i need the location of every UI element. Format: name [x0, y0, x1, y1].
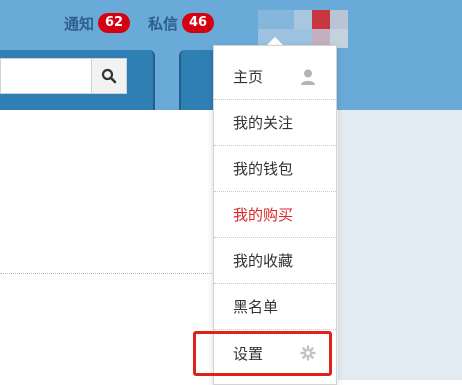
avatar-tile	[258, 10, 276, 29]
avatar-tile	[330, 10, 348, 29]
menu-item-wallet[interactable]: 我的钱包	[214, 146, 336, 192]
menu-item-label: 我的收藏	[233, 252, 294, 270]
user-icon	[300, 68, 316, 90]
avatar-tile	[294, 10, 312, 29]
avatar-tile	[312, 10, 330, 29]
avatar-tile	[276, 10, 294, 29]
content-divider	[0, 273, 214, 274]
menu-item-blacklist[interactable]: 黑名单	[214, 284, 336, 330]
notifications-link[interactable]: 通知 62	[64, 12, 131, 34]
notifications-label: 通知	[64, 14, 95, 33]
notifications-count-badge: 62	[98, 13, 131, 33]
messages-label: 私信	[148, 14, 179, 33]
settings-highlight-box	[193, 331, 332, 376]
messages-count-badge: 46	[182, 13, 215, 33]
menu-item-label: 主页	[233, 68, 264, 86]
menu-item-label: 我的关注	[233, 114, 294, 132]
search-input[interactable]	[0, 58, 92, 94]
menu-item-label: 我的购买	[233, 206, 294, 224]
search-button[interactable]	[91, 58, 127, 94]
menu-item-label: 黑名单	[233, 298, 279, 316]
menu-item-label: 我的钱包	[233, 160, 294, 178]
search-icon	[101, 68, 117, 84]
menu-item-home[interactable]: 主页	[214, 54, 336, 100]
messages-link[interactable]: 私信 46	[148, 12, 215, 34]
menu-item-purchases[interactable]: 我的购买	[214, 192, 336, 238]
right-panel	[338, 110, 462, 380]
menu-item-favorites[interactable]: 我的收藏	[214, 238, 336, 284]
search-area	[0, 50, 155, 110]
menu-item-following[interactable]: 我的关注	[214, 100, 336, 146]
